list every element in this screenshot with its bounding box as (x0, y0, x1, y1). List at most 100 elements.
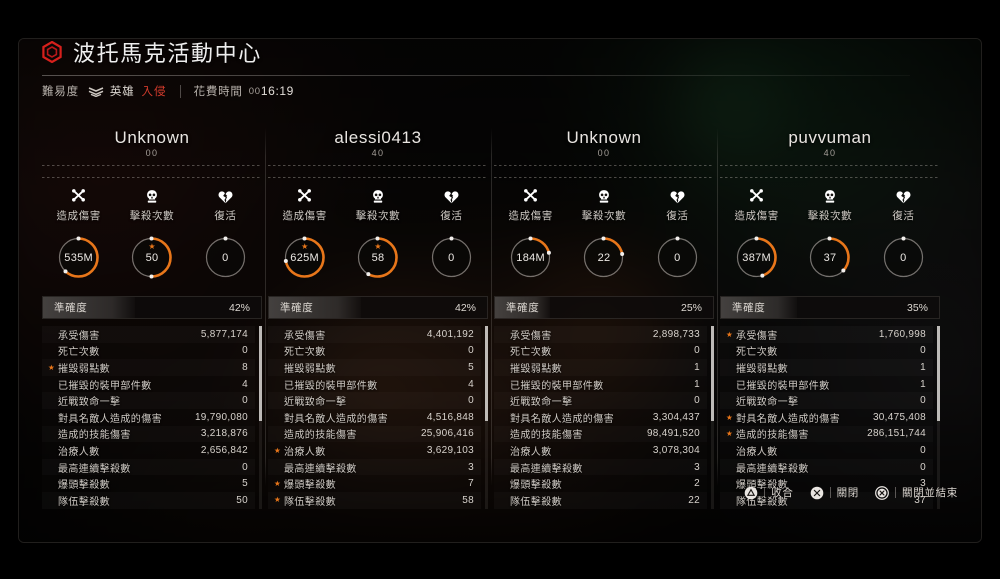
footer-button[interactable]: 關閉並結束 (875, 485, 958, 500)
headline-stat-damage: 造成傷害 (268, 188, 341, 223)
best-star-icon: ★ (274, 478, 281, 488)
stat-label: 對具名敵人造成的傷害 (736, 413, 840, 425)
stat-row: 最高連續擊殺數 0 (42, 459, 255, 476)
stat-list-scrollbar-thumb[interactable] (937, 326, 940, 421)
hexagon-icon (42, 40, 62, 64)
crossed-bones-icon (268, 188, 341, 205)
stat-row: 造成的技能傷害 3,218,876 (42, 426, 255, 443)
footer-button[interactable]: 關閉 (810, 485, 859, 500)
stat-label: 對具名敵人造成的傷害 (510, 413, 614, 425)
stat-value: 4,516,848 (426, 411, 474, 423)
meta-divider (179, 84, 181, 98)
player-column[interactable]: Unknown 00 造成傷害 (42, 128, 262, 509)
headline-stat-label: 造成傷害 (734, 210, 779, 222)
headline-stat-kills: 擊殺次數 (341, 188, 414, 223)
gauge-value: 387M (742, 251, 772, 264)
player-column[interactable]: puvvuman 40 造成傷害 擊殺次數 復活 387M 37 0 準確度 3… (720, 128, 940, 509)
stat-value: 286,151,744 (867, 428, 926, 440)
stat-list-scrollbar[interactable] (937, 326, 940, 509)
stat-value: 0 (242, 395, 248, 407)
footer-button-bar: 收合 關閉 關閉並結束 (744, 485, 958, 500)
gauge-value: 0 (222, 251, 229, 264)
player-level: 40 (371, 148, 385, 158)
best-star-icon: ★ (274, 495, 281, 505)
stat-label: 承受傷害 (510, 330, 552, 342)
stat-label: 近戰致命一擊 (736, 397, 799, 409)
headline-stat-label: 擊殺次數 (355, 210, 401, 222)
stat-row: ★ 隊伍擊殺數 58 (268, 492, 481, 509)
stat-row: 已摧毀的裝甲部件數 4 (268, 376, 481, 393)
gauge-value: 535M (64, 251, 94, 264)
kills-gauge: ★ 58 (354, 234, 401, 281)
stat-row: ★ 對具名敵人造成的傷害 30,475,408 (720, 409, 933, 426)
damage-gauge: 535M (55, 234, 102, 281)
stat-row: 近戰致命一擊 0 (494, 392, 707, 409)
headline-stat-gauges: ★ 625M ★ 58 0 (268, 234, 488, 281)
stat-label: 死亡次數 (510, 347, 552, 359)
stat-label: 已摧毀的裝甲部件數 (284, 380, 378, 392)
stat-label: 造成的技能傷害 (510, 430, 583, 442)
skull-icon (115, 188, 188, 205)
best-star-icon: ★ (726, 429, 733, 439)
stat-value: 98,491,520 (646, 428, 700, 440)
stat-list-scrollbar-thumb[interactable] (485, 326, 488, 421)
headline-stat-gauges: 184M 22 0 (494, 234, 714, 281)
stat-label: 摧毀弱點數 (510, 363, 562, 375)
stat-row: 最高連續擊殺數 3 (268, 459, 481, 476)
accuracy-bar: 準確度 42% (42, 296, 262, 319)
stat-value: 30,475,408 (872, 411, 926, 423)
stat-list-scrollbar[interactable] (259, 326, 262, 509)
stat-list-scrollbar[interactable] (485, 326, 488, 509)
stat-label: 承受傷害 (58, 330, 100, 342)
headline-stat-label: 復活 (892, 210, 915, 222)
broken-heart-icon (415, 188, 488, 205)
stat-label: 最高連續擊殺數 (58, 463, 131, 475)
skull-icon (341, 188, 414, 205)
stat-list-scrollbar-thumb[interactable] (259, 326, 262, 421)
headline-stat-label: 擊殺次數 (581, 210, 627, 222)
stat-list-scrollbar[interactable] (711, 326, 714, 509)
stat-value: 2,656,842 (200, 444, 248, 456)
stat-list-scrollbar-thumb[interactable] (711, 326, 714, 421)
stat-label: 摧毀弱點數 (58, 363, 110, 375)
player-column[interactable]: Unknown 00 造成傷害 (494, 128, 714, 509)
accuracy-bar: 準確度 42% (268, 296, 488, 319)
headline-stat-revives: 復活 (641, 188, 714, 223)
detailed-stat-list[interactable]: 承受傷害 2,898,733 死亡次數 0 摧毀弱點數 1 已摧毀的裝甲部件數 … (494, 326, 714, 509)
kills-gauge: ★ 50 (128, 234, 175, 281)
detailed-stat-list[interactable]: ★ 承受傷害 1,760,998 死亡次數 0 摧毀弱點數 1 已摧毀的裝甲部件… (720, 326, 940, 509)
stat-value: 2 (694, 478, 700, 490)
stat-row: 對具名敵人造成的傷害 3,304,437 (494, 409, 707, 426)
gauge-value: 58 (371, 251, 385, 264)
best-star-icon: ★ (726, 412, 733, 422)
stat-row: 近戰致命一擊 0 (268, 392, 481, 409)
detailed-stat-list[interactable]: 承受傷害 5,877,174 死亡次數 0 ★ 摧毀弱點數 8 已摧毀的裝甲部件… (42, 326, 262, 509)
headline-stat-label: 復活 (214, 210, 237, 222)
stat-label: 承受傷害 (284, 330, 326, 342)
stat-row: 治療人數 3,078,304 (494, 442, 707, 459)
stat-row: 治療人數 2,656,842 (42, 442, 255, 459)
stat-label: 最高連續擊殺數 (736, 463, 809, 475)
stat-row: 已摧毀的裝甲部件數 4 (42, 376, 255, 393)
player-name: Unknown (566, 128, 642, 147)
gauge-value: 184M (516, 251, 546, 264)
stat-label: 爆頭擊殺數 (510, 480, 562, 492)
gauge-value: 22 (597, 251, 611, 264)
stat-row: 已摧毀的裝甲部件數 1 (494, 376, 707, 393)
detailed-stat-list[interactable]: 承受傷害 4,401,192 死亡次數 0 摧毀弱點數 5 已摧毀的裝甲部件數 … (268, 326, 488, 509)
stat-label: 隊伍擊殺數 (58, 496, 110, 508)
stat-row: 已摧毀的裝甲部件數 1 (720, 376, 933, 393)
stat-row: 近戰致命一擊 0 (42, 392, 255, 409)
accuracy-value: 25% (680, 301, 702, 314)
stat-label: 已摧毀的裝甲部件數 (510, 380, 604, 392)
player-column[interactable]: alessi0413 40 造成傷害 擊殺次數 復活 ★ 625M ★ 58 0… (268, 128, 488, 509)
footer-button[interactable]: 收合 (744, 485, 793, 500)
player-level: 40 (823, 148, 837, 158)
stat-label: 最高連續擊殺數 (510, 463, 583, 475)
stat-label: 摧毀弱點數 (284, 363, 336, 375)
stat-row: ★ 治療人數 3,629,103 (268, 442, 481, 459)
stat-value: 0 (694, 395, 700, 407)
stat-value: 3,218,876 (200, 428, 248, 440)
kills-gauge: 22 (580, 234, 627, 281)
player-name: puvvuman (788, 128, 872, 147)
